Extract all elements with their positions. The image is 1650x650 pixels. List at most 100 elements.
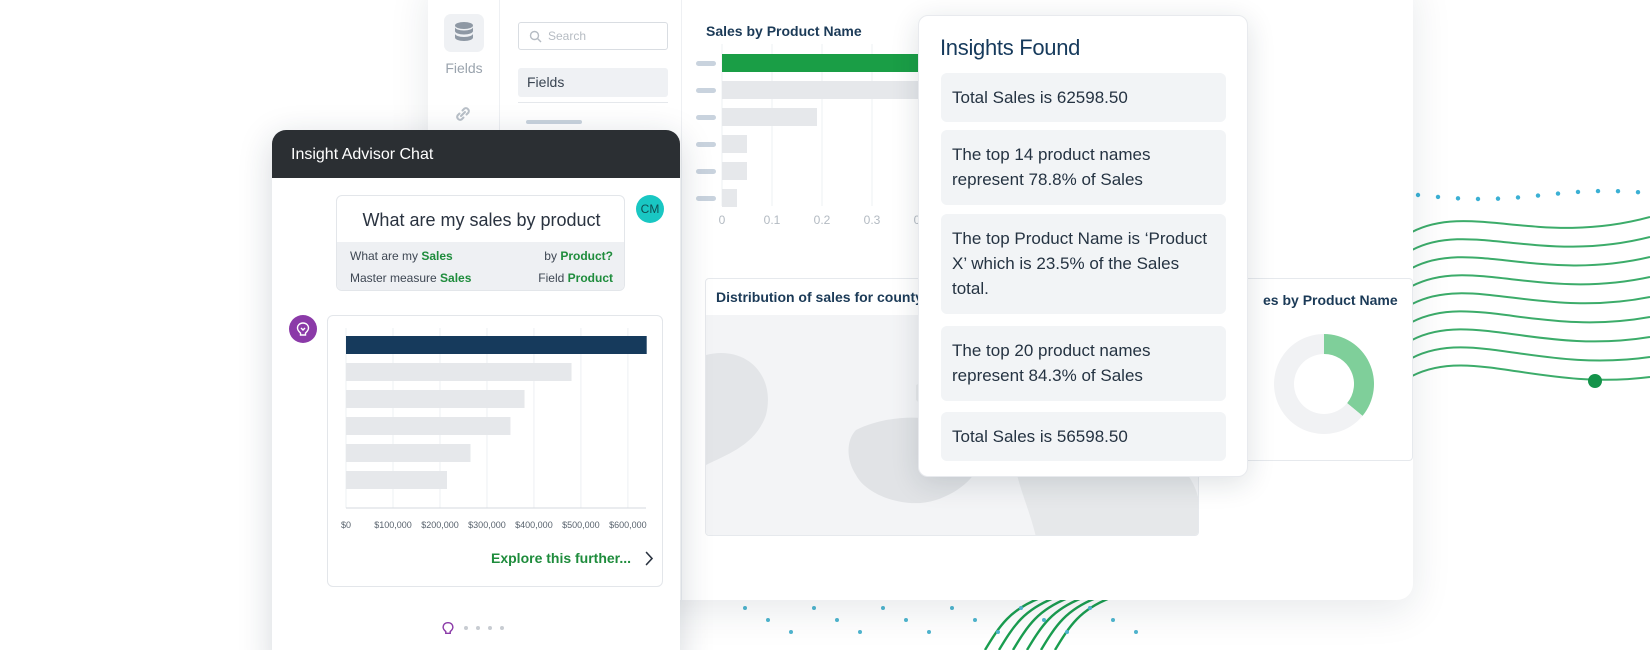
- x-tick-label: $600,000: [609, 520, 647, 530]
- insight-advisor-small-icon: [442, 621, 454, 635]
- explore-label: Explore this further...: [491, 550, 632, 566]
- x-tick-label: $400,000: [515, 520, 553, 530]
- bar: [722, 108, 817, 126]
- decorative-wave: [1411, 236, 1650, 251]
- rail-fields-label[interactable]: Fields: [428, 60, 500, 76]
- bar: [722, 162, 747, 180]
- parse-prefix: Master measure: [350, 271, 437, 285]
- decorative-dot: [1495, 196, 1501, 201]
- decorative-dot: [1111, 618, 1115, 622]
- typing-indicator: [440, 620, 504, 636]
- decorative-wave: [1411, 310, 1650, 324]
- decorative-dot: [1555, 191, 1561, 196]
- insight-card[interactable]: Total Sales is 62598.50: [941, 73, 1226, 122]
- decorative-wave: [1411, 274, 1650, 287]
- query-parse-panel: What are my Sales by Product? Master mea…: [337, 242, 624, 290]
- decorative-wave: [1411, 328, 1650, 343]
- x-tick-label: $500,000: [562, 520, 600, 530]
- explore-further-link[interactable]: Explore this further...: [491, 550, 654, 566]
- parse-prefix: Field: [538, 271, 565, 285]
- decorative-dot: [1435, 194, 1441, 200]
- insight-card[interactable]: Total Sales is 56598.50: [941, 412, 1226, 461]
- bar: [346, 363, 572, 381]
- parse-term[interactable]: Sales: [440, 271, 471, 285]
- parse-prefix: by: [544, 249, 557, 263]
- decorative-wave: [1411, 216, 1650, 233]
- bar: [346, 471, 448, 489]
- decorative-wave: [1053, 596, 1111, 650]
- fields-placeholder-line: [526, 120, 582, 124]
- search-icon: [529, 30, 542, 42]
- decorative-dot: [973, 618, 977, 622]
- decorative-dot: [789, 630, 793, 634]
- category-label-placeholder: [696, 142, 716, 147]
- decorative-dot: [950, 606, 954, 610]
- parse-dimension-type: Field Product: [538, 271, 613, 285]
- insight-card[interactable]: The top Product Name is ‘Product X’ whic…: [941, 214, 1226, 314]
- donut-slice: [1324, 334, 1374, 416]
- parse-term[interactable]: Product: [568, 271, 613, 285]
- search-input[interactable]: Search: [518, 22, 668, 50]
- decorative-dot: [1455, 196, 1461, 201]
- link-icon[interactable]: [452, 103, 474, 130]
- decorative-dot: [812, 606, 816, 610]
- user-avatar: CM: [636, 195, 664, 223]
- insights-panel: Insights Found Total Sales is 62598.50 T…: [918, 15, 1248, 477]
- category-label-placeholder: [696, 169, 716, 174]
- decorative-wave: [1039, 596, 1097, 650]
- decorative-wave: [1411, 256, 1650, 269]
- parse-measure-phrase: What are my Sales: [350, 249, 453, 263]
- query-parse-row: What are my Sales by Product?: [350, 249, 613, 263]
- donut-card[interactable]: es by Product Name: [1228, 278, 1413, 461]
- insight-card[interactable]: The top 14 product names represent 78.8%…: [941, 130, 1226, 205]
- decorative-dot: [1134, 630, 1138, 634]
- decorative-wave: [1411, 364, 1650, 381]
- user-query-bubble: What are my sales by product What are my…: [336, 195, 625, 291]
- insight-advisor-chat: Insight Advisor Chat What are my sales b…: [272, 130, 680, 650]
- category-label-placeholder: [696, 88, 716, 93]
- decorative-dot: [1475, 196, 1481, 202]
- insights-title: Insights Found: [940, 35, 1081, 60]
- decorative-dot: [1575, 189, 1581, 195]
- bar: [346, 444, 471, 462]
- answer-bar-chart[interactable]: $0 $100,000 $200,000 $300,000 $400,000 $500,0…: [334, 328, 658, 538]
- category-label-placeholder: [696, 196, 716, 201]
- decorative-dot: [1088, 606, 1092, 610]
- bar: [722, 135, 747, 153]
- decorative-dot: [1635, 189, 1641, 195]
- x-tick-label: 0.1: [764, 213, 781, 227]
- bar: [722, 81, 932, 99]
- insight-card[interactable]: The top 20 product names represent 84.3%…: [941, 326, 1226, 401]
- decorative-dot: [1415, 192, 1421, 198]
- chevron-right-icon: [645, 551, 654, 565]
- answer-card: $0 $100,000 $200,000 $300,000 $400,000 $500,0…: [327, 315, 663, 587]
- database-icon[interactable]: [444, 14, 484, 52]
- donut-chart[interactable]: [1259, 319, 1389, 449]
- x-tick-label: $300,000: [468, 520, 506, 530]
- bar: [722, 189, 737, 207]
- decorative-dot: [904, 618, 908, 622]
- category-label-placeholder: [696, 61, 716, 66]
- decorative-dot: [881, 606, 885, 610]
- x-tick-label: 0: [719, 213, 726, 227]
- parse-term[interactable]: Sales: [421, 249, 452, 263]
- parse-prefix: What are my: [350, 249, 419, 263]
- decorative-wave: [1411, 292, 1650, 305]
- decorative-dot: [996, 630, 1000, 634]
- typing-dot: [476, 626, 480, 630]
- chat-header-title: Insight Advisor Chat: [272, 130, 680, 178]
- typing-dot: [500, 626, 504, 630]
- parse-dimension-phrase: by Product?: [544, 249, 613, 263]
- decorative-node: [1588, 374, 1602, 388]
- parse-term[interactable]: Product?: [560, 249, 613, 263]
- decorative-dot: [1615, 188, 1621, 194]
- decorative-dot: [1042, 618, 1046, 622]
- insight-advisor-icon: [289, 315, 317, 343]
- parse-measure-type: Master measure Sales: [350, 271, 471, 285]
- decorative-dot: [766, 618, 770, 622]
- decorative-dot: [1065, 630, 1069, 634]
- x-tick-label: 0.2: [814, 213, 831, 227]
- fields-list-item[interactable]: Fields: [518, 68, 668, 97]
- decorative-dot: [1019, 606, 1023, 610]
- bar: [346, 336, 647, 354]
